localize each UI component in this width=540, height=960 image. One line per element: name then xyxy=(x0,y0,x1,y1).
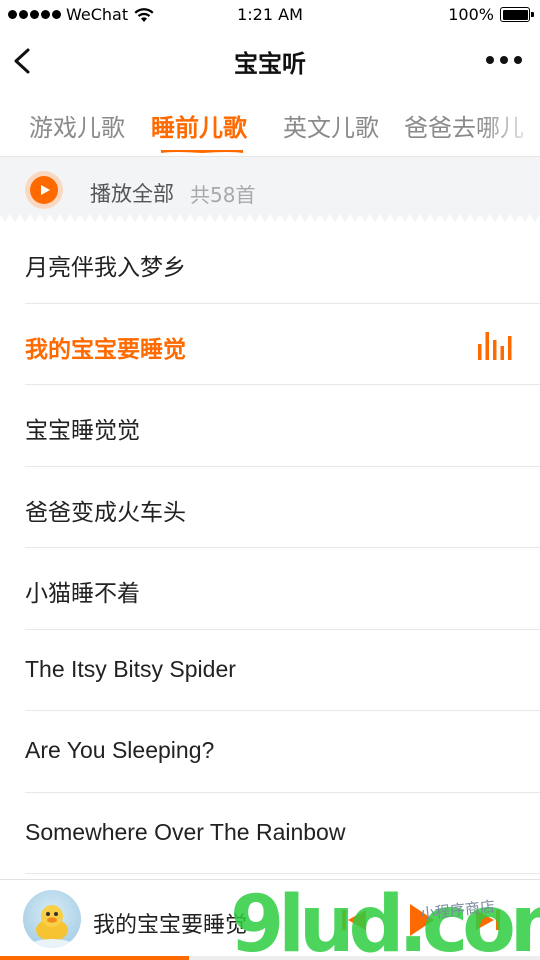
tab-english-songs[interactable]: 英文儿歌 xyxy=(283,108,379,143)
battery-percent: 100% xyxy=(448,5,494,24)
play-pause-icon[interactable] xyxy=(398,898,442,942)
battery-icon xyxy=(500,7,534,22)
list-item[interactable]: Somewhere Over The Rainbow xyxy=(0,793,540,875)
more-options-icon[interactable] xyxy=(486,52,522,68)
back-icon[interactable] xyxy=(10,44,38,78)
status-bar: WeChat 1:21 AM 100% xyxy=(0,0,540,30)
song-title[interactable]: 我的宝宝要睡觉 xyxy=(25,330,186,364)
song-title[interactable]: Are You Sleeping? xyxy=(25,737,214,764)
list-item-playing[interactable]: 我的宝宝要睡觉 xyxy=(0,304,540,386)
song-title[interactable]: The Itsy Bitsy Spider xyxy=(25,656,236,683)
song-title[interactable]: 月亮伴我入梦乡 xyxy=(25,248,186,282)
next-track-icon[interactable] xyxy=(470,902,506,938)
album-cover-avatar[interactable] xyxy=(23,890,81,948)
list-item[interactable]: 爸爸变成火车头 xyxy=(0,467,540,549)
list-item[interactable]: The Itsy Bitsy Spider xyxy=(0,630,540,712)
status-right: 100% xyxy=(448,5,534,24)
page-title: 宝宝听 xyxy=(234,50,306,78)
equalizer-icon xyxy=(478,331,512,360)
navigation-bar: 宝宝听 xyxy=(0,30,540,92)
tab-game-songs[interactable]: 游戏儿歌 xyxy=(29,108,125,143)
list-item[interactable]: 小猫睡不着 xyxy=(0,548,540,630)
play-all-label[interactable]: 播放全部 xyxy=(90,178,174,208)
duck-icon xyxy=(33,905,71,948)
zigzag-divider xyxy=(0,214,540,222)
category-tabs: 游戏儿歌 睡前儿歌 英文儿歌 爸爸去哪儿 xyxy=(0,92,540,156)
song-list: 月亮伴我入梦乡 我的宝宝要睡觉 宝宝睡觉觉 爸爸变成火车头 小猫睡不着 The … xyxy=(0,222,540,874)
play-all-icon[interactable] xyxy=(25,171,63,209)
tab-bedtime-songs[interactable]: 睡前儿歌 xyxy=(151,108,247,143)
song-title[interactable]: 爸爸变成火车头 xyxy=(25,493,186,527)
now-playing-title: 我的宝宝要睡觉 xyxy=(93,913,248,938)
song-title[interactable]: Somewhere Over The Rainbow xyxy=(25,819,345,846)
list-item[interactable]: Are You Sleeping? xyxy=(0,711,540,793)
mini-player[interactable]: 我的宝宝要睡觉 xyxy=(0,879,540,960)
list-item[interactable]: 宝宝睡觉觉 xyxy=(0,385,540,467)
tabs-fade-overlay xyxy=(480,92,540,156)
song-count: 共58首 xyxy=(190,183,256,207)
song-title[interactable]: 小猫睡不着 xyxy=(25,574,140,608)
playback-progress-fill xyxy=(0,956,189,960)
active-tab-indicator xyxy=(161,150,243,153)
list-item[interactable]: 月亮伴我入梦乡 xyxy=(0,222,540,304)
song-title[interactable]: 宝宝睡觉觉 xyxy=(25,411,140,445)
playback-progress[interactable] xyxy=(0,956,540,960)
previous-track-icon[interactable] xyxy=(336,902,372,938)
